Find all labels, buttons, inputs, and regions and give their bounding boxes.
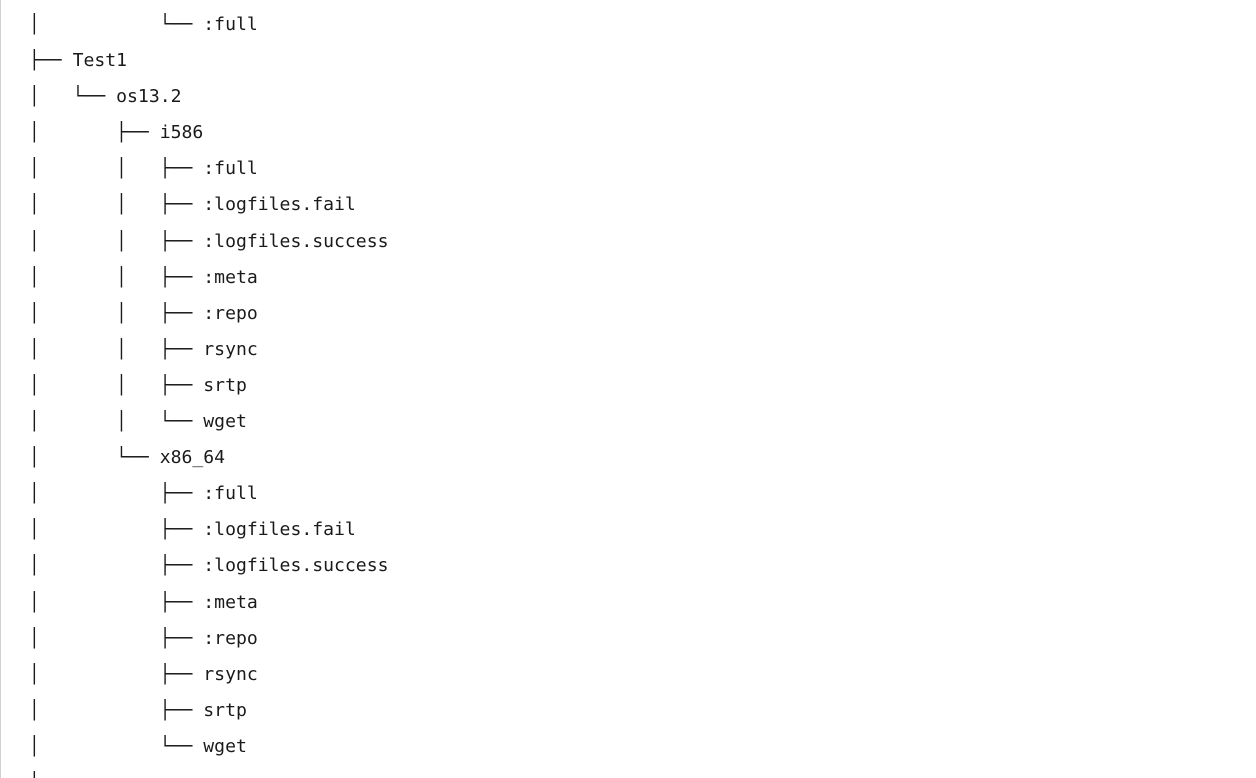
tree-line: │ │ ├── :logfiles.fail [29, 194, 356, 216]
tree-line: │ ├── :repo [29, 627, 258, 649]
tree-line: │ [29, 765, 388, 778]
tree-line: │ │ ├── srtp [29, 374, 247, 396]
tree-line: │ ├── :logfiles.fail [29, 519, 356, 541]
tree-line: │ ├── :meta [29, 591, 258, 613]
tree-line: │ └── os13.2 [29, 86, 182, 108]
tree-line: │ │ ├── :meta [29, 266, 258, 288]
tree-line: │ │ ├── :repo [29, 302, 258, 324]
tree-line: ├── Test1 [29, 50, 128, 72]
tree-line: │ └── :full [29, 14, 258, 35]
tree-line: │ ├── :logfiles.success [29, 555, 389, 577]
tree-line: │ │ └── wget [29, 411, 247, 433]
tree-line: │ │ ├── :full [29, 158, 258, 180]
tree-line: │ └── x86_64 [29, 447, 226, 469]
tree-line: │ └── wget [29, 735, 247, 757]
tree-line: │ ├── srtp [29, 699, 247, 721]
tree-line: │ │ ├── rsync [29, 338, 258, 360]
directory-tree: │ └── :full ├── Test1 │ └── os13.2 │ ├── i5… [1, 7, 388, 778]
tree-line: │ ├── rsync [29, 663, 258, 685]
tree-line: │ ├── :full [29, 483, 258, 505]
tree-line: │ ├── i586 [29, 122, 204, 144]
tree-line: │ │ ├── :logfiles.success [29, 230, 389, 252]
code-block: │ └── :full ├── Test1 │ └── os13.2 │ ├── i5… [0, 0, 1256, 778]
